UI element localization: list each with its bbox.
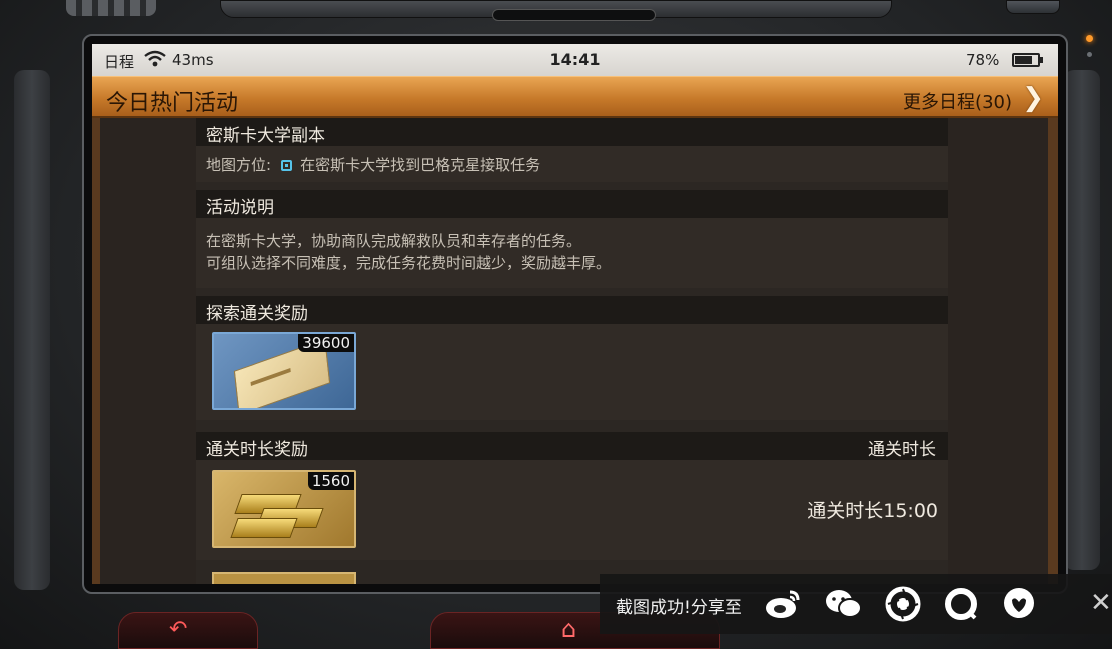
description-header: 活动说明: [196, 190, 948, 218]
status-led-secondary: [1087, 52, 1092, 57]
share-label: 截图成功!分享至: [616, 598, 742, 618]
back-arrow-icon: ↶: [169, 617, 188, 642]
explore-reward-header: 探索通关奖励: [196, 296, 948, 324]
description-body: 在密斯卡大学，协助商队完成解救队员和幸存者的任务。 可组队选择不同难度，完成任务…: [196, 218, 948, 288]
description-heading: 活动说明: [206, 198, 274, 218]
content-area: 密斯卡大学副本 地图方位: 在密斯卡大学找到巴格克星接取任务 活动说明 在密斯卡大…: [92, 118, 1058, 584]
status-led: [1086, 35, 1093, 42]
reward-item-ticket[interactable]: 39600: [212, 332, 356, 410]
activity-panel[interactable]: 密斯卡大学副本 地图方位: 在密斯卡大学找到巴格克星接取任务 活动说明 在密斯卡大…: [196, 118, 948, 584]
device-frame: 日程 43ms 14:41 78% 今日热门活动 更多日程(30) ❯ 密斯卡大…: [0, 0, 1112, 649]
item-quantity: 39600: [298, 334, 354, 352]
clock: 14:41: [549, 50, 601, 69]
explore-reward-body: 39600: [196, 324, 948, 420]
close-icon[interactable]: ✕: [1090, 588, 1112, 618]
more-schedule-button[interactable]: 更多日程(30): [903, 88, 1012, 114]
time-reward-heading: 通关时长奖励: [206, 440, 308, 460]
device-side-right: [1064, 70, 1100, 570]
location-text: 在密斯卡大学找到巴格克星接取任务: [300, 156, 541, 174]
time-reward-row: 1560 通关时长15:00: [196, 460, 948, 560]
battery-icon: [1012, 53, 1043, 67]
qzone-icon[interactable]: [942, 586, 980, 622]
header-bar: 今日热门活动 更多日程(30) ❯: [92, 76, 1058, 118]
clear-time-column-label: 通关时长: [868, 440, 936, 460]
explore-reward-heading: 探索通关奖励: [206, 304, 308, 324]
speaker-slot: [492, 9, 656, 21]
reward-item-partial[interactable]: [212, 572, 356, 584]
wechat-icon[interactable]: [824, 586, 862, 622]
phone-screen: 日程 43ms 14:41 78% 今日热门活动 更多日程(30) ❯ 密斯卡大…: [92, 44, 1058, 584]
dungeon-name: 密斯卡大学副本: [206, 126, 325, 146]
moments-icon[interactable]: [884, 586, 922, 622]
location-label: 地图方位:: [206, 156, 272, 174]
description-line: 可组队选择不同难度，完成任务花费时间越少，奖励越丰厚。: [206, 254, 612, 272]
clear-time-value: 通关时长15:00: [807, 500, 938, 522]
status-bar: 日程 43ms 14:41 78%: [92, 44, 1058, 76]
weibo-icon[interactable]: [764, 586, 802, 622]
battery-percent: 78%: [966, 51, 1000, 69]
time-reward-header: 通关时长奖励 通关时长: [196, 432, 948, 460]
location-row: 地图方位: 在密斯卡大学找到巴格克星接取任务: [196, 146, 948, 182]
page-title: 今日热门活动: [106, 91, 239, 116]
map-location-icon: [281, 160, 293, 171]
reward-item-gold[interactable]: 1560: [212, 470, 356, 548]
dungeon-name-header: 密斯卡大学副本: [196, 118, 948, 146]
qq-icon[interactable]: [1000, 586, 1038, 622]
description-line: 在密斯卡大学，协助商队完成解救队员和幸存者的任务。: [206, 232, 582, 250]
item-quantity: 1560: [307, 472, 354, 490]
back-button[interactable]: ↶: [118, 612, 258, 649]
device-top-button[interactable]: [1006, 0, 1060, 14]
share-bar: 截图成功!分享至 ✕: [600, 574, 1112, 634]
home-icon: ⌂: [561, 615, 577, 643]
device-side-left: [14, 70, 50, 590]
chevron-right-icon[interactable]: ❯: [1022, 83, 1044, 113]
device-grip: [66, 0, 156, 16]
